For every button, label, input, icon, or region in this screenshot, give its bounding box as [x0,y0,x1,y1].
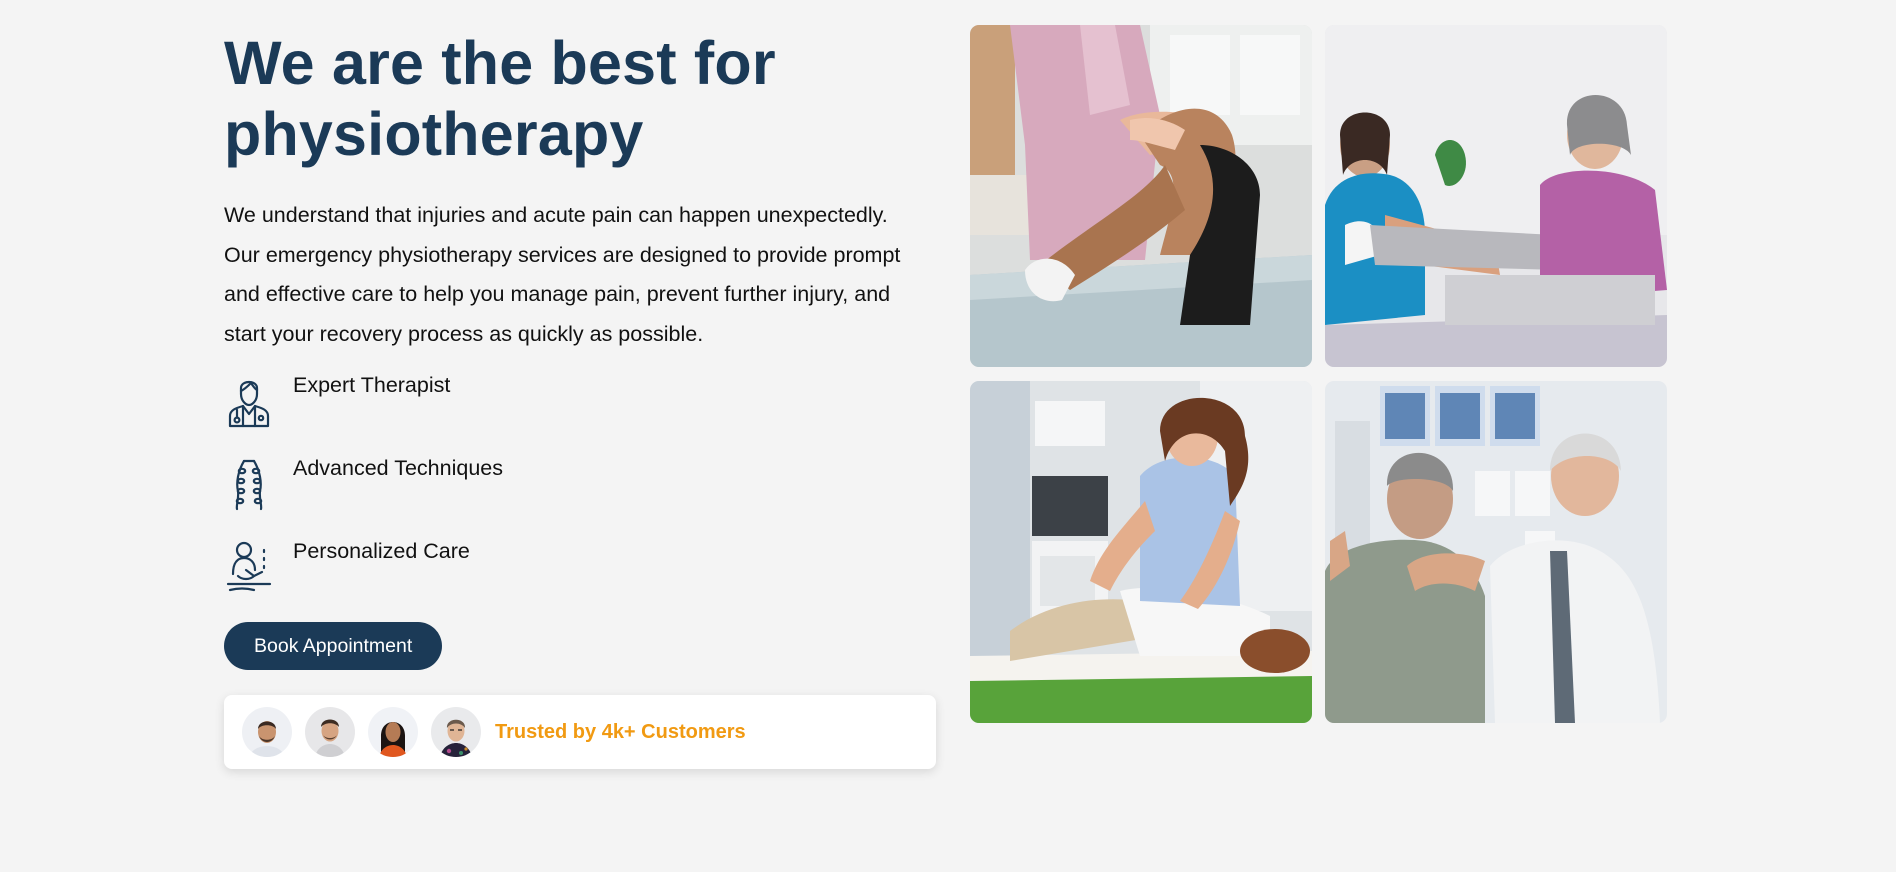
hero-text-column: We are the best for physiotherapy We und… [224,28,936,769]
title-line-1: We are the best for [224,29,776,97]
trusted-customers-card: Trusted by 4k+ Customers [224,695,936,769]
customer-avatar-1 [242,707,292,757]
title-line-2: physiotherapy [224,100,644,168]
customer-avatar-2 [305,707,355,757]
massage-icon [224,540,274,594]
doctor-icon [224,374,274,428]
feature-label: Expert Therapist [293,373,451,397]
feature-item-advanced-techniques: Advanced Techniques [224,455,936,538]
trusted-by-text: Trusted by 4k+ Customers [495,720,746,743]
feature-item-personalized-care: Personalized Care [224,538,936,621]
leg-stretch-photo [1325,25,1667,367]
intro-line-3: and effective care to help you manage pa… [224,282,891,306]
spine-icon [224,457,274,511]
feature-label: Advanced Techniques [293,456,503,480]
page-title: We are the best for physiotherapy [224,28,936,170]
back-massage-photo [970,381,1312,723]
knee-therapy-photo [970,25,1312,367]
intro-line-2: Our emergency physiotherapy services are… [224,242,901,267]
intro-paragraph: We understand that injuries and acute pa… [224,196,936,354]
photo-gallery [970,25,1668,723]
feature-label: Personalized Care [293,539,470,563]
customer-avatar-3 [368,707,418,757]
feature-item-expert-therapist: Expert Therapist [224,372,936,455]
physio-hero-section: We are the best for physiotherapy We und… [0,0,1896,872]
feature-list: Expert Therapist Advanced Techniques Per… [224,372,936,621]
customer-avatar-4 [431,707,481,757]
book-appointment-button[interactable]: Book Appointment [224,622,443,670]
shoulder-exam-photo [1325,381,1667,723]
intro-line-1: We understand that injuries and acute pa… [224,203,888,227]
intro-line-4: start your recovery process as quickly a… [224,321,704,346]
